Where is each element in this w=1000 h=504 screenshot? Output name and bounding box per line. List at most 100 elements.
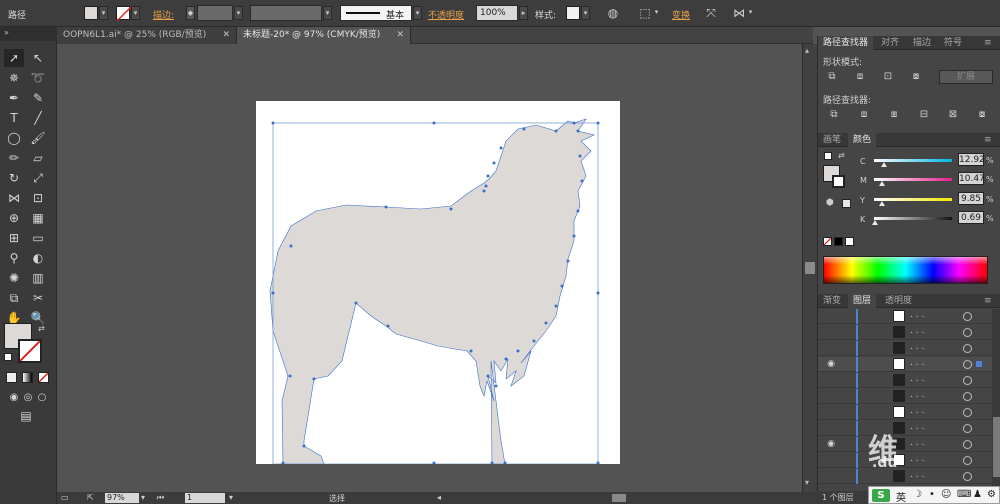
target-circle-icon[interactable] bbox=[963, 344, 972, 353]
graphic-style-swatch[interactable] bbox=[566, 6, 580, 20]
stroke-weight-input[interactable] bbox=[197, 5, 233, 21]
fill-dropdown[interactable]: ▾ bbox=[99, 6, 108, 20]
free-transform-icon[interactable]: ⊡ bbox=[28, 189, 48, 207]
tab-brushes[interactable]: 画笔 bbox=[818, 133, 846, 147]
selection-square-icon[interactable] bbox=[976, 361, 982, 367]
gradient-tool-icon[interactable]: ▭ bbox=[28, 229, 48, 247]
transform-icon[interactable]: ⤧ bbox=[703, 5, 719, 21]
symbol-sprayer-icon[interactable]: ✺ bbox=[4, 269, 24, 287]
opacity-dropdown[interactable]: ▸ bbox=[519, 6, 528, 20]
tab-document-2[interactable]: 未标题-20* @ 97% (CMYK/预览) ✕ bbox=[237, 27, 411, 44]
first-artboard-icon[interactable]: ⏮ bbox=[157, 493, 164, 503]
variable-width-profile[interactable] bbox=[250, 5, 322, 21]
layer-row[interactable]: . . . bbox=[818, 309, 1000, 324]
pen-tool-icon[interactable]: ✒ bbox=[4, 89, 24, 107]
shape-builder-icon[interactable]: ⊕ bbox=[4, 209, 24, 227]
stroke-label[interactable]: 描边: bbox=[153, 8, 174, 21]
scroll-up-icon[interactable]: ▴ bbox=[805, 46, 809, 55]
stroke-color-box[interactable] bbox=[832, 175, 845, 188]
visibility-eye-icon[interactable] bbox=[825, 326, 837, 338]
layers-scroll-thumb[interactable] bbox=[993, 417, 1000, 477]
artboard-tool-icon[interactable]: ⧉ bbox=[4, 289, 24, 307]
black-swatch[interactable] bbox=[834, 237, 843, 246]
panel-menu-icon[interactable]: ≡ bbox=[984, 36, 992, 50]
channel-m-thumb[interactable] bbox=[878, 181, 885, 186]
ime-logo[interactable]: S bbox=[872, 489, 890, 502]
type-tool-icon[interactable]: T bbox=[4, 109, 24, 127]
tab-stroke[interactable]: 描边 bbox=[908, 36, 936, 50]
default-colors-icon[interactable] bbox=[824, 152, 832, 160]
target-circle-icon[interactable] bbox=[963, 360, 972, 369]
align-dropdown[interactable]: ▾ bbox=[652, 6, 661, 20]
direct-selection-tool-icon[interactable]: ↖ bbox=[28, 49, 48, 67]
punctuation-icon[interactable]: • bbox=[929, 489, 935, 500]
tab-color[interactable]: 颜色 bbox=[848, 133, 877, 147]
intersect-icon[interactable]: ⊡ bbox=[880, 70, 896, 84]
line-tool-icon[interactable]: ╱ bbox=[28, 109, 48, 127]
swap-colors-icon[interactable]: ⇄ bbox=[38, 324, 45, 333]
keyboard-icon[interactable]: ⌨ bbox=[957, 489, 971, 500]
draw-inside-icon[interactable]: ○ bbox=[32, 389, 52, 407]
silhouette-shape[interactable] bbox=[269, 118, 595, 464]
close-icon[interactable]: ✕ bbox=[222, 27, 230, 44]
menu-icon[interactable]: ▭ bbox=[61, 493, 69, 502]
variable-width-dropdown[interactable]: ▾ bbox=[323, 6, 332, 20]
layer-row[interactable]: ◉ . . . bbox=[818, 437, 1000, 452]
target-circle-icon[interactable] bbox=[963, 456, 972, 465]
divide-icon[interactable]: ⧉ bbox=[826, 108, 842, 122]
tab-gradient[interactable]: 渐变 bbox=[818, 294, 846, 308]
tab-pathfinder[interactable]: 路径查找器 bbox=[818, 36, 874, 50]
align-options-icon[interactable]: ⬚ bbox=[637, 5, 653, 21]
target-circle-icon[interactable] bbox=[963, 472, 972, 481]
slice-tool-icon[interactable]: ✂ bbox=[28, 289, 48, 307]
channel-y-slider[interactable] bbox=[874, 198, 952, 201]
panel-menu-icon[interactable]: ≡ bbox=[984, 294, 992, 308]
rotate-tool-icon[interactable]: ↻ bbox=[4, 169, 24, 187]
fill-swatch[interactable] bbox=[84, 6, 98, 20]
brush-definition[interactable]: 基本 bbox=[340, 5, 412, 21]
selection-tool-icon[interactable]: ➚ bbox=[4, 49, 24, 67]
width-tool-icon[interactable]: ⋈ bbox=[4, 189, 24, 207]
layer-row[interactable]: . . . bbox=[818, 325, 1000, 340]
artboard-dropdown[interactable]: ▾ bbox=[229, 493, 233, 502]
layers-scrollbar[interactable] bbox=[992, 309, 1000, 491]
channel-m-value[interactable]: 10.47 bbox=[958, 172, 985, 185]
visibility-eye-icon[interactable] bbox=[825, 422, 837, 434]
panel-menu-icon[interactable]: ≡ bbox=[984, 133, 992, 147]
stroke-swatch[interactable] bbox=[116, 6, 131, 21]
scroll-down-icon[interactable]: ▾ bbox=[805, 478, 809, 487]
minus-back-icon[interactable]: ⧇ bbox=[974, 108, 990, 122]
transform-label[interactable]: 变换 bbox=[672, 8, 690, 21]
crop-icon[interactable]: ⊟ bbox=[916, 108, 932, 122]
layer-row[interactable]: ◉ . . . bbox=[818, 357, 1000, 372]
artboard-number-input[interactable]: 1 bbox=[185, 493, 225, 503]
layer-row[interactable]: . . . bbox=[818, 453, 1000, 468]
visibility-eye-icon[interactable] bbox=[825, 470, 837, 482]
visibility-eye-icon[interactable] bbox=[825, 406, 837, 418]
closest-color-swatch[interactable] bbox=[842, 199, 851, 208]
scroll-thumb[interactable] bbox=[805, 262, 815, 274]
zoom-dropdown[interactable]: ▾ bbox=[141, 493, 145, 502]
isolate-icon[interactable]: ⋈ bbox=[731, 5, 747, 21]
artwork[interactable] bbox=[256, 101, 620, 464]
screen-mode-icon[interactable]: ▤ bbox=[16, 407, 36, 425]
layer-row[interactable]: . . . bbox=[818, 469, 1000, 484]
exclude-icon[interactable]: ⧇ bbox=[908, 70, 924, 84]
recolor-artwork-icon[interactable]: ◍ bbox=[605, 5, 621, 21]
layer-row[interactable]: . . . bbox=[818, 341, 1000, 356]
vertical-scrollbar[interactable]: ▴ ▾ bbox=[802, 44, 817, 492]
merge-icon[interactable]: ⧆ bbox=[886, 108, 902, 122]
visibility-eye-icon[interactable]: ◉ bbox=[825, 358, 837, 370]
none-mode-icon[interactable] bbox=[38, 372, 49, 383]
target-circle-icon[interactable] bbox=[963, 328, 972, 337]
curvature-tool-icon[interactable]: ✎ bbox=[28, 89, 48, 107]
target-circle-icon[interactable] bbox=[963, 376, 972, 385]
tab-layers[interactable]: 图层 bbox=[848, 294, 877, 308]
layer-row[interactable]: . . . bbox=[818, 373, 1000, 388]
layer-row[interactable]: . . . bbox=[818, 389, 1000, 404]
brush-dropdown[interactable]: ▾ bbox=[413, 6, 422, 20]
out-of-gamut-icon[interactable]: ⬢ bbox=[826, 198, 834, 208]
swap-colors-icon[interactable]: ⇄ bbox=[838, 151, 845, 160]
tab-align[interactable]: 对齐 bbox=[876, 36, 904, 50]
graphic-style-dropdown[interactable]: ▾ bbox=[581, 6, 590, 20]
